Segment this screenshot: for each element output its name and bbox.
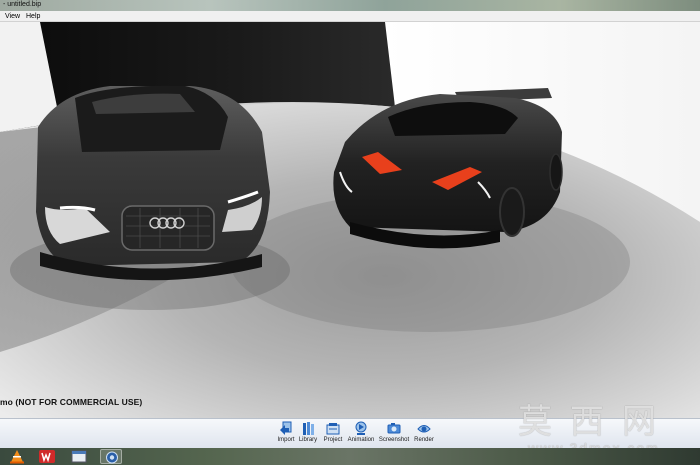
animation-label: Animation — [347, 437, 375, 443]
taskbar-window[interactable] — [68, 449, 90, 464]
render-viewport[interactable]: mo (NOT FOR COMMERCIAL USE) — [0, 22, 700, 418]
title-bar: - untitled.bip — [0, 0, 700, 11]
vlc-icon — [10, 450, 24, 464]
screenshot-label: Screenshot — [378, 437, 410, 443]
demo-notice: mo (NOT FOR COMMERCIAL USE) — [0, 397, 143, 407]
screenshot-icon — [387, 423, 401, 434]
taskbar-vlc[interactable] — [6, 449, 28, 464]
menu-bar: View Help — [0, 11, 700, 22]
taskbar-keyshot[interactable] — [100, 449, 122, 464]
taskbar — [0, 448, 700, 465]
menu-help[interactable]: Help — [24, 11, 42, 22]
scene-render — [0, 22, 700, 418]
bottom-toolbar: Import Library Project Animation Screens… — [0, 418, 700, 448]
screenshot-button[interactable]: Screenshot — [378, 421, 410, 448]
window-title: - untitled.bip — [3, 1, 42, 8]
car-left — [36, 85, 270, 281]
import-icon — [280, 421, 292, 435]
render-icon — [417, 425, 431, 433]
project-icon — [326, 423, 340, 435]
render-label: Render — [414, 437, 434, 443]
app-3dsmax-icon — [39, 450, 55, 463]
library-icon — [303, 422, 314, 435]
window-icon — [71, 450, 87, 463]
taskbar-3dsmax[interactable] — [36, 449, 58, 464]
render-button[interactable]: Render — [408, 421, 440, 448]
menu-view[interactable]: View — [3, 11, 22, 22]
animation-icon — [355, 421, 367, 435]
keyshot-icon — [106, 451, 118, 464]
animation-button[interactable]: Animation — [345, 421, 377, 448]
